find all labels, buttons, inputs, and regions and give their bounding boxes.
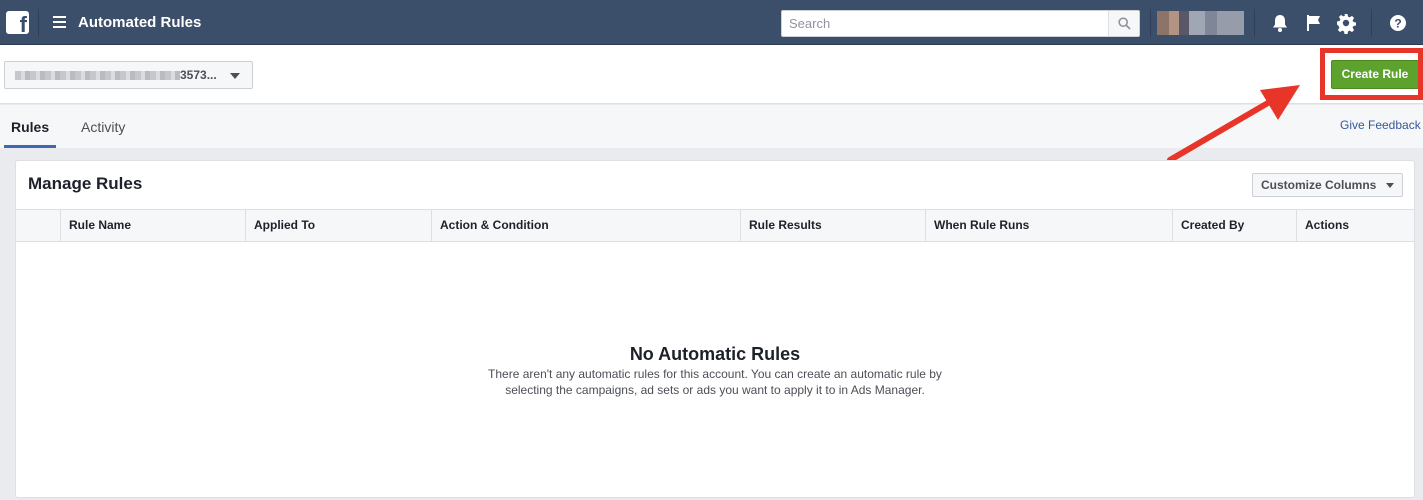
ad-account-dropdown[interactable]: 3573... [4,61,253,89]
bell-icon[interactable] [1269,12,1291,34]
menu-icon[interactable] [53,16,66,28]
panel-title: Manage Rules [28,174,143,193]
empty-state-description: There aren't any automatic rules for thi… [488,367,942,397]
caret-down-icon [230,73,240,79]
divider [1371,9,1372,37]
search-input[interactable] [782,11,1108,36]
gear-icon[interactable] [1335,12,1357,34]
caret-down-icon [1386,183,1394,188]
search-icon [1118,17,1131,30]
search-button[interactable] [1108,11,1139,36]
search-box [781,10,1140,37]
facebook-logo-icon[interactable]: f [6,11,29,36]
tab-activity[interactable]: Activity [81,119,125,135]
column-header-when-rule-runs[interactable]: When Rule Runs [925,210,1172,241]
column-header-rule-results[interactable]: Rule Results [740,210,925,241]
user-account-switcher[interactable] [1157,11,1244,35]
annotation-highlight-box [1320,48,1423,100]
customize-columns-button[interactable]: Customize Columns [1252,173,1403,197]
column-header-select[interactable] [16,210,60,241]
customize-columns-label: Customize Columns [1261,178,1377,192]
column-header-applied-to[interactable]: Applied To [245,210,431,241]
divider [38,9,39,37]
active-tab-indicator [4,145,56,148]
divider [1254,9,1255,37]
flag-icon[interactable] [1303,12,1325,34]
column-header-action-condition[interactable]: Action & Condition [431,210,740,241]
app-title: Automated Rules [78,14,202,31]
empty-state-title: No Automatic Rules [629,344,801,364]
column-header-created-by[interactable]: Created By [1172,210,1296,241]
annotation-arrow [1167,85,1300,163]
give-feedback-link[interactable]: Give Feedback [1340,118,1421,132]
tab-rules[interactable]: Rules [11,119,49,135]
svg-text:?: ? [1394,17,1401,31]
top-navigation-bar: f Automated Rules ? [0,0,1423,45]
help-icon[interactable]: ? [1387,12,1409,34]
manage-rules-panel: Manage Rules Customize Columns Rule Name… [15,160,1415,498]
table-header: Rule Name Applied To Action & Condition … [16,209,1414,242]
account-id-suffix: 3573... [180,68,217,82]
column-header-rule-name[interactable]: Rule Name [60,210,245,241]
redacted-account-name [15,71,180,80]
divider [1150,9,1151,37]
column-header-actions[interactable]: Actions [1296,210,1414,241]
